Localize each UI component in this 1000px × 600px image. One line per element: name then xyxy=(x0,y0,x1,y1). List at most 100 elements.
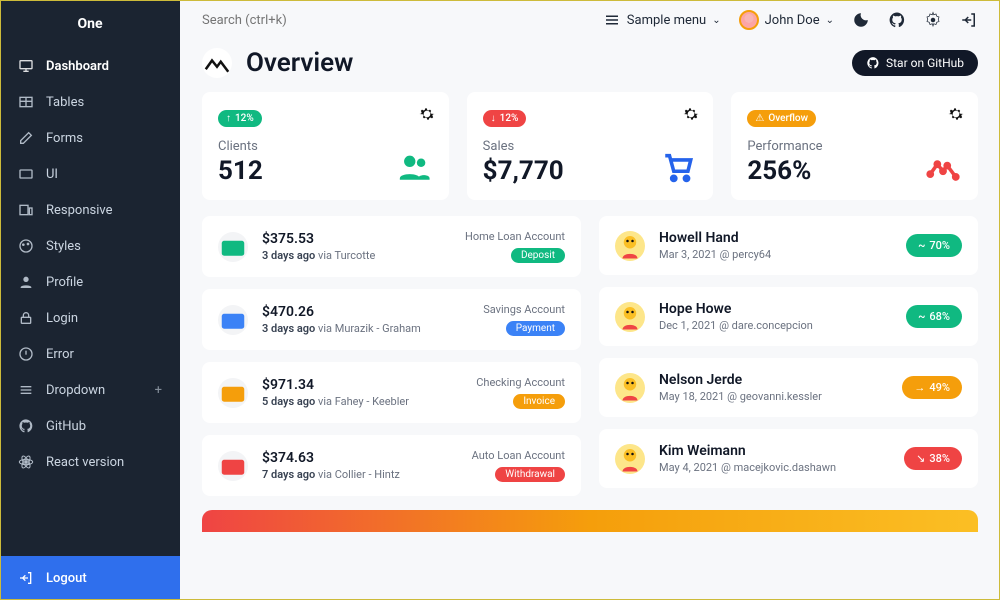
sidebar-item-label: Responsive xyxy=(46,203,113,218)
tv-icon xyxy=(18,166,34,182)
sidebar-item-login[interactable]: Login xyxy=(0,300,180,336)
content: ↑ 12% Clients 512 ↓ 12% Sales $7,770 ⚠ O… xyxy=(180,92,1000,554)
star-github-button[interactable]: Star on GitHub xyxy=(852,50,978,76)
sidebar-item-styles[interactable]: Styles xyxy=(0,228,180,264)
chevron-down-icon: ⌄ xyxy=(712,15,720,26)
trend-icon: → xyxy=(914,381,925,394)
transaction-sub: 3 days ago via Murazik - Graham xyxy=(262,322,469,335)
github-icon[interactable] xyxy=(888,11,906,29)
gear-icon[interactable] xyxy=(417,104,437,124)
arrow-icon: ↑ xyxy=(226,113,231,124)
person-percentage: ↘ 38% xyxy=(904,447,962,470)
person-sub: Dec 1, 2021 @ dare.concepcion xyxy=(659,319,892,332)
transaction-row[interactable]: $470.26 3 days ago via Murazik - Graham … xyxy=(202,289,581,350)
transaction-amount: $470.26 xyxy=(262,304,469,320)
users-icon xyxy=(397,150,431,184)
stat-card: ↑ 12% Clients 512 xyxy=(202,92,449,200)
list-icon xyxy=(18,382,34,398)
stat-badge: ↓ 12% xyxy=(483,110,527,127)
person-percentage: ~ 70% xyxy=(906,234,962,257)
sidebar-item-label: UI xyxy=(46,167,58,182)
person-row[interactable]: Nelson Jerde May 18, 2021 @ geovanni.kes… xyxy=(599,358,978,417)
react-icon xyxy=(18,454,34,470)
topbar: Sample menu ⌄ John Doe ⌄ xyxy=(180,0,1000,40)
arrow-icon: ⚠ xyxy=(755,113,764,124)
person-row[interactable]: Howell Hand Mar 3, 2021 @ percy64 ~ 70% xyxy=(599,216,978,275)
avatar xyxy=(739,10,759,30)
responsive-icon xyxy=(18,202,34,218)
sample-menu-dropdown[interactable]: Sample menu ⌄ xyxy=(603,11,721,29)
user-name: John Doe xyxy=(765,13,820,28)
transaction-pill: Withdrawal xyxy=(495,467,565,482)
sidebar-item-dropdown[interactable]: Dropdown + xyxy=(0,372,180,408)
trend-icon: ↘ xyxy=(916,452,925,465)
search xyxy=(202,13,585,28)
gear-icon[interactable] xyxy=(946,104,966,124)
settings-icon[interactable] xyxy=(924,11,942,29)
stat-badge: ⚠ Overflow xyxy=(747,110,816,127)
transaction-account: Savings Account xyxy=(483,303,565,316)
overview-icon xyxy=(202,48,232,78)
transactions-col: $375.53 3 days ago via Turcotte Home Loa… xyxy=(202,216,581,496)
theme-toggle-icon[interactable] xyxy=(852,11,870,29)
sidebar-item-ui[interactable]: UI xyxy=(0,156,180,192)
menu-icon xyxy=(603,11,621,29)
sidebar-item-label: Profile xyxy=(46,275,83,290)
person-name: Howell Hand xyxy=(659,230,892,246)
stat-card: ⚠ Overflow Performance 256% xyxy=(731,92,978,200)
main: Sample menu ⌄ John Doe ⌄ Overview Star o… xyxy=(180,0,1000,600)
person-sub: Mar 3, 2021 @ percy64 xyxy=(659,248,892,261)
person-row[interactable]: Hope Howe Dec 1, 2021 @ dare.concepcion … xyxy=(599,287,978,346)
people-col: Howell Hand Mar 3, 2021 @ percy64 ~ 70% … xyxy=(599,216,978,496)
exit-icon[interactable] xyxy=(960,11,978,29)
monitor-icon xyxy=(18,58,34,74)
transaction-row[interactable]: $971.34 5 days ago via Fahey - Keebler C… xyxy=(202,362,581,423)
cart-icon xyxy=(661,150,695,184)
sidebar-item-label: GitHub xyxy=(46,419,86,434)
titlebar: Overview Star on GitHub xyxy=(180,40,1000,92)
sidebar-item-react[interactable]: React version xyxy=(0,444,180,480)
avatar xyxy=(615,231,645,261)
transaction-amount: $971.34 xyxy=(262,377,462,393)
sidebar-item-label: Error xyxy=(46,347,74,362)
transaction-sub: 3 days ago via Turcotte xyxy=(262,249,451,262)
sidebar-item-dashboard[interactable]: Dashboard xyxy=(0,48,180,84)
gear-icon[interactable] xyxy=(681,104,701,124)
trend-icon xyxy=(926,150,960,184)
logout-icon xyxy=(18,570,34,586)
transaction-row[interactable]: $375.53 3 days ago via Turcotte Home Loa… xyxy=(202,216,581,277)
alert-icon xyxy=(18,346,34,362)
arrow-icon: ↓ xyxy=(491,113,496,124)
sidebar-item-profile[interactable]: Profile xyxy=(0,264,180,300)
sidebar-item-label: Forms xyxy=(46,131,83,146)
trend-icon: ~ xyxy=(918,310,925,323)
transaction-row[interactable]: $374.63 7 days ago via Collier - Hintz A… xyxy=(202,435,581,496)
sidebar-item-forms[interactable]: Forms xyxy=(0,120,180,156)
user-dropdown[interactable]: John Doe ⌄ xyxy=(739,10,834,30)
sidebar-item-tables[interactable]: Tables xyxy=(0,84,180,120)
transaction-icon xyxy=(218,378,248,408)
person-percentage: → 49% xyxy=(902,376,962,399)
sidebar-item-responsive[interactable]: Responsive xyxy=(0,192,180,228)
transaction-amount: $374.63 xyxy=(262,450,458,466)
sample-menu-label: Sample menu xyxy=(627,13,706,28)
sidebar-item-error[interactable]: Error xyxy=(0,336,180,372)
search-input[interactable] xyxy=(202,13,402,28)
transaction-amount: $375.53 xyxy=(262,231,451,247)
logout-button[interactable]: Logout xyxy=(0,556,180,600)
person-percentage: ~ 68% xyxy=(906,305,962,328)
plus-icon: + xyxy=(155,383,162,398)
transaction-icon xyxy=(218,232,248,262)
sidebar-item-github[interactable]: GitHub xyxy=(0,408,180,444)
sidebar-item-label: Styles xyxy=(46,239,81,254)
person-name: Nelson Jerde xyxy=(659,372,888,388)
logout-label: Logout xyxy=(46,571,87,586)
sidebar: One Dashboard Tables Forms UI Responsive… xyxy=(0,0,180,600)
transaction-sub: 5 days ago via Fahey - Keebler xyxy=(262,395,462,408)
transaction-account: Checking Account xyxy=(476,376,565,389)
trend-icon: ~ xyxy=(918,239,925,252)
chevron-down-icon: ⌄ xyxy=(826,15,834,26)
gradient-banner xyxy=(202,510,978,532)
person-row[interactable]: Kim Weimann May 4, 2021 @ macejkovic.das… xyxy=(599,429,978,488)
palette-icon xyxy=(18,238,34,254)
